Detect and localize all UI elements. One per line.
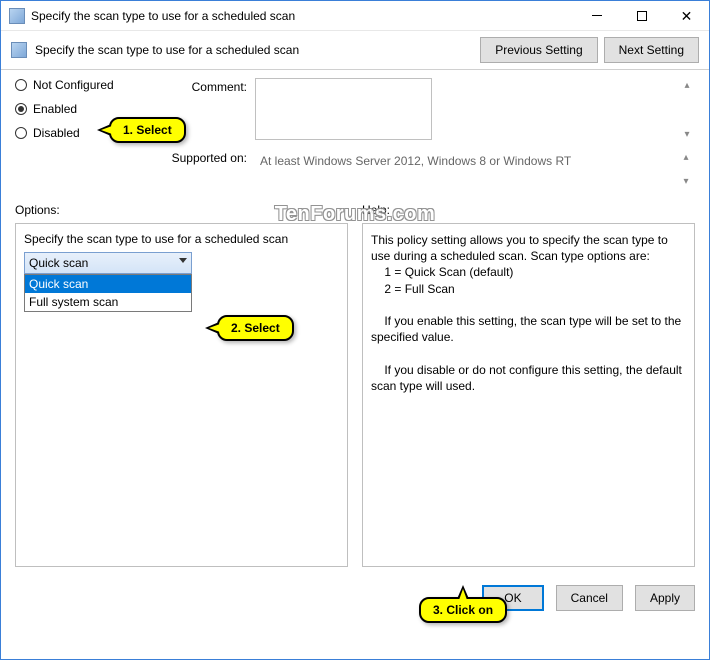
radio-icon <box>15 103 27 115</box>
help-label: Help: <box>362 203 695 217</box>
combobox-value: Quick scan <box>29 256 88 270</box>
radio-icon <box>15 79 27 91</box>
radio-label: Disabled <box>33 126 80 140</box>
radio-label: Not Configured <box>33 78 114 92</box>
comment-textarea[interactable] <box>255 78 432 140</box>
radio-icon <box>15 127 27 139</box>
window-title: Specify the scan type to use for a sched… <box>31 9 574 23</box>
scan-type-dropdown: Quick scan Full system scan <box>24 274 192 312</box>
supported-on-text: At least Windows Server 2012, Windows 8 … <box>255 149 695 191</box>
titlebar: Specify the scan type to use for a sched… <box>1 1 709 31</box>
policy-title: Specify the scan type to use for a sched… <box>35 43 474 57</box>
footer: OK Cancel Apply <box>1 575 709 621</box>
scroll-down-icon: ▾ <box>681 129 693 141</box>
annotation-callout-1: 1. Select <box>109 117 186 143</box>
app-icon <box>9 8 25 24</box>
scroll-up-icon: ▴ <box>680 152 692 164</box>
apply-button[interactable]: Apply <box>635 585 695 611</box>
scroll-up-icon: ▴ <box>681 80 693 92</box>
option-field-label: Specify the scan type to use for a sched… <box>24 232 339 246</box>
help-panel: This policy setting allows you to specif… <box>362 223 695 567</box>
supported-label: Supported on: <box>155 149 255 191</box>
options-label: Options: <box>15 203 348 217</box>
annotation-callout-2: 2. Select <box>217 315 294 341</box>
next-setting-button[interactable]: Next Setting <box>604 37 699 63</box>
cancel-button[interactable]: Cancel <box>556 585 623 611</box>
maximize-button[interactable] <box>619 1 664 31</box>
dropdown-item-full-system-scan[interactable]: Full system scan <box>25 293 191 311</box>
radio-not-configured[interactable]: Not Configured <box>15 78 155 92</box>
header-row: Specify the scan type to use for a sched… <box>1 31 709 70</box>
scroll-down-icon: ▾ <box>680 176 692 188</box>
dropdown-item-quick-scan[interactable]: Quick scan <box>25 275 191 293</box>
policy-icon <box>11 42 27 58</box>
annotation-callout-3: 3. Click on <box>419 597 507 623</box>
scan-type-combobox[interactable]: Quick scan <box>24 252 192 274</box>
options-panel: Specify the scan type to use for a sched… <box>15 223 348 567</box>
chevron-down-icon <box>179 258 187 263</box>
minimize-button[interactable] <box>574 1 619 31</box>
close-button[interactable]: ✕ <box>664 1 709 31</box>
radio-label: Enabled <box>33 102 77 116</box>
previous-setting-button[interactable]: Previous Setting <box>480 37 597 63</box>
radio-enabled[interactable]: Enabled <box>15 102 155 116</box>
help-text: This policy setting allows you to specif… <box>371 232 686 394</box>
